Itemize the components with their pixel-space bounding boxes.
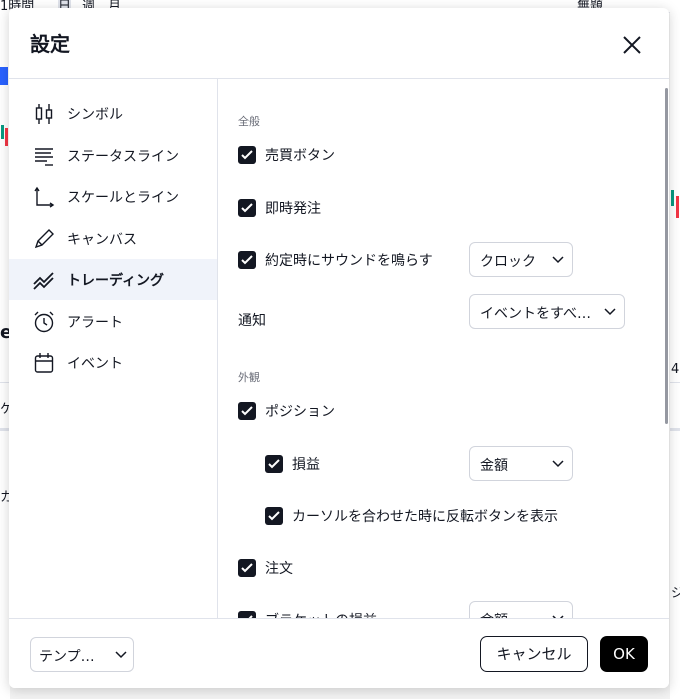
pnl-row: 損益 bbox=[265, 452, 320, 476]
notification-select-value: イベントをすべ… bbox=[480, 306, 592, 322]
checkmark-icon bbox=[241, 563, 253, 573]
chevron-down-icon bbox=[552, 460, 564, 468]
template-dropdown[interactable]: テンプ… bbox=[30, 637, 134, 672]
candles-icon bbox=[35, 104, 53, 124]
section-heading-general: 全般 bbox=[238, 115, 260, 128]
buy-sell-buttons-checkbox[interactable] bbox=[238, 146, 256, 164]
bg-candle bbox=[676, 196, 679, 218]
positions-checkbox[interactable] bbox=[238, 402, 256, 420]
chevron-down-icon bbox=[115, 651, 127, 659]
chevron-down-icon bbox=[604, 308, 616, 316]
buy-sell-buttons-row: 売買ボタン bbox=[238, 143, 335, 167]
sidebar-item-label: トレーディング bbox=[67, 273, 165, 289]
reverse-button-row: カーソルを合わせた時に反転ボタンを表示 bbox=[265, 504, 558, 528]
checkmark-icon bbox=[241, 406, 253, 416]
sidebar-item-status-line[interactable]: ステータスライン bbox=[9, 135, 217, 176]
content-scrollbar[interactable] bbox=[665, 88, 668, 424]
close-icon bbox=[623, 36, 641, 54]
dialog-footer: テンプ… キャンセル OK bbox=[9, 618, 669, 688]
notification-label: 通知 bbox=[238, 313, 266, 329]
sidebar-item-symbol[interactable]: シンボル bbox=[9, 93, 217, 134]
instant-order-row: 即時発注 bbox=[238, 196, 321, 220]
dialog-title: 設定 bbox=[30, 32, 70, 56]
sidebar-item-alerts[interactable]: アラート bbox=[9, 301, 217, 342]
orders-label: 注文 bbox=[265, 561, 293, 577]
pnl-select[interactable]: 金額 bbox=[469, 446, 573, 481]
sound-checkbox[interactable] bbox=[238, 251, 256, 269]
close-button[interactable] bbox=[617, 30, 647, 60]
status-line-icon bbox=[35, 148, 53, 166]
sound-row: 約定時にサウンドを鳴らす bbox=[238, 248, 433, 272]
section-heading-appearance: 外観 bbox=[238, 371, 260, 384]
template-dropdown-label: テンプ… bbox=[39, 649, 95, 665]
orders-checkbox[interactable] bbox=[238, 559, 256, 577]
ok-button[interactable]: OK bbox=[600, 636, 648, 672]
trading-icon bbox=[33, 272, 54, 290]
pnl-checkbox[interactable] bbox=[265, 455, 283, 473]
brackets-label: ブラケットの損益 bbox=[265, 610, 377, 618]
positions-label: ポジション bbox=[265, 404, 335, 420]
sidebar-item-scales[interactable]: スケールとライン bbox=[9, 176, 217, 217]
checkmark-icon bbox=[241, 203, 253, 213]
orders-row: 注文 bbox=[238, 556, 293, 580]
reverse-button-label: カーソルを合わせた時に反転ボタンを表示 bbox=[292, 509, 558, 525]
bg-price-tag bbox=[0, 67, 8, 85]
sidebar-item-label: アラート bbox=[67, 315, 123, 331]
checkmark-icon bbox=[241, 150, 253, 160]
reverse-button-checkbox[interactable] bbox=[265, 507, 283, 525]
sound-select-value: クロック bbox=[480, 254, 536, 270]
positions-row: ポジション bbox=[238, 399, 335, 423]
instant-order-label: 即時発注 bbox=[265, 201, 321, 217]
sidebar-item-label: シンボル bbox=[67, 107, 123, 123]
instant-order-checkbox[interactable] bbox=[238, 199, 256, 217]
settings-content: 全般 売買ボタン 即時発注 約定時にサウンドを鳴らす クロック 通知 イベントを… bbox=[218, 79, 669, 618]
scales-icon bbox=[34, 186, 55, 208]
brackets-select[interactable]: 金額 bbox=[469, 601, 573, 618]
chevron-down-icon bbox=[552, 256, 564, 264]
dialog-header: 設定 bbox=[9, 8, 669, 79]
sidebar-item-canvas[interactable]: キャンバス bbox=[9, 218, 217, 259]
brackets-select-value: 金額 bbox=[480, 610, 508, 618]
bg-fragment: 4 bbox=[671, 362, 680, 377]
bg-candle bbox=[671, 190, 674, 206]
bg-fragment: ジ bbox=[671, 586, 680, 601]
calendar-icon bbox=[34, 353, 54, 373]
sidebar-item-trading[interactable]: トレーディング bbox=[9, 259, 217, 300]
cancel-button[interactable]: キャンセル bbox=[480, 636, 588, 672]
sound-label: 約定時にサウンドを鳴らす bbox=[265, 253, 433, 269]
sidebar-item-events[interactable]: イベント bbox=[9, 342, 217, 383]
settings-sidebar: シンボル ステータスライン スケールとライン キャンバス トレーディング アラー… bbox=[9, 79, 218, 618]
bg-candle bbox=[1, 125, 4, 139]
bg-divider bbox=[670, 382, 680, 383]
bg-candle bbox=[5, 128, 8, 146]
alarm-clock-icon bbox=[34, 311, 54, 333]
sidebar-item-label: スケールとライン bbox=[67, 190, 179, 206]
sidebar-item-label: イベント bbox=[67, 356, 123, 372]
bg-divider bbox=[670, 428, 680, 431]
notification-select[interactable]: イベントをすべ… bbox=[469, 294, 625, 329]
sound-select[interactable]: クロック bbox=[469, 242, 573, 277]
pencil-icon bbox=[34, 229, 54, 249]
brackets-row: ブラケットの損益 bbox=[238, 608, 377, 618]
pnl-select-value: 金額 bbox=[480, 458, 508, 474]
settings-dialog: 設定 シンボル ステータスライン スケールとライン キャンバス トレーディング … bbox=[9, 8, 669, 688]
checkmark-icon bbox=[268, 511, 280, 521]
sidebar-item-label: キャンバス bbox=[67, 232, 137, 248]
checkmark-icon bbox=[268, 459, 280, 469]
buy-sell-buttons-label: 売買ボタン bbox=[265, 148, 335, 164]
sidebar-item-label: ステータスライン bbox=[67, 149, 179, 165]
checkmark-icon bbox=[241, 255, 253, 265]
pnl-label: 損益 bbox=[292, 457, 320, 473]
brackets-checkbox[interactable] bbox=[238, 611, 256, 618]
